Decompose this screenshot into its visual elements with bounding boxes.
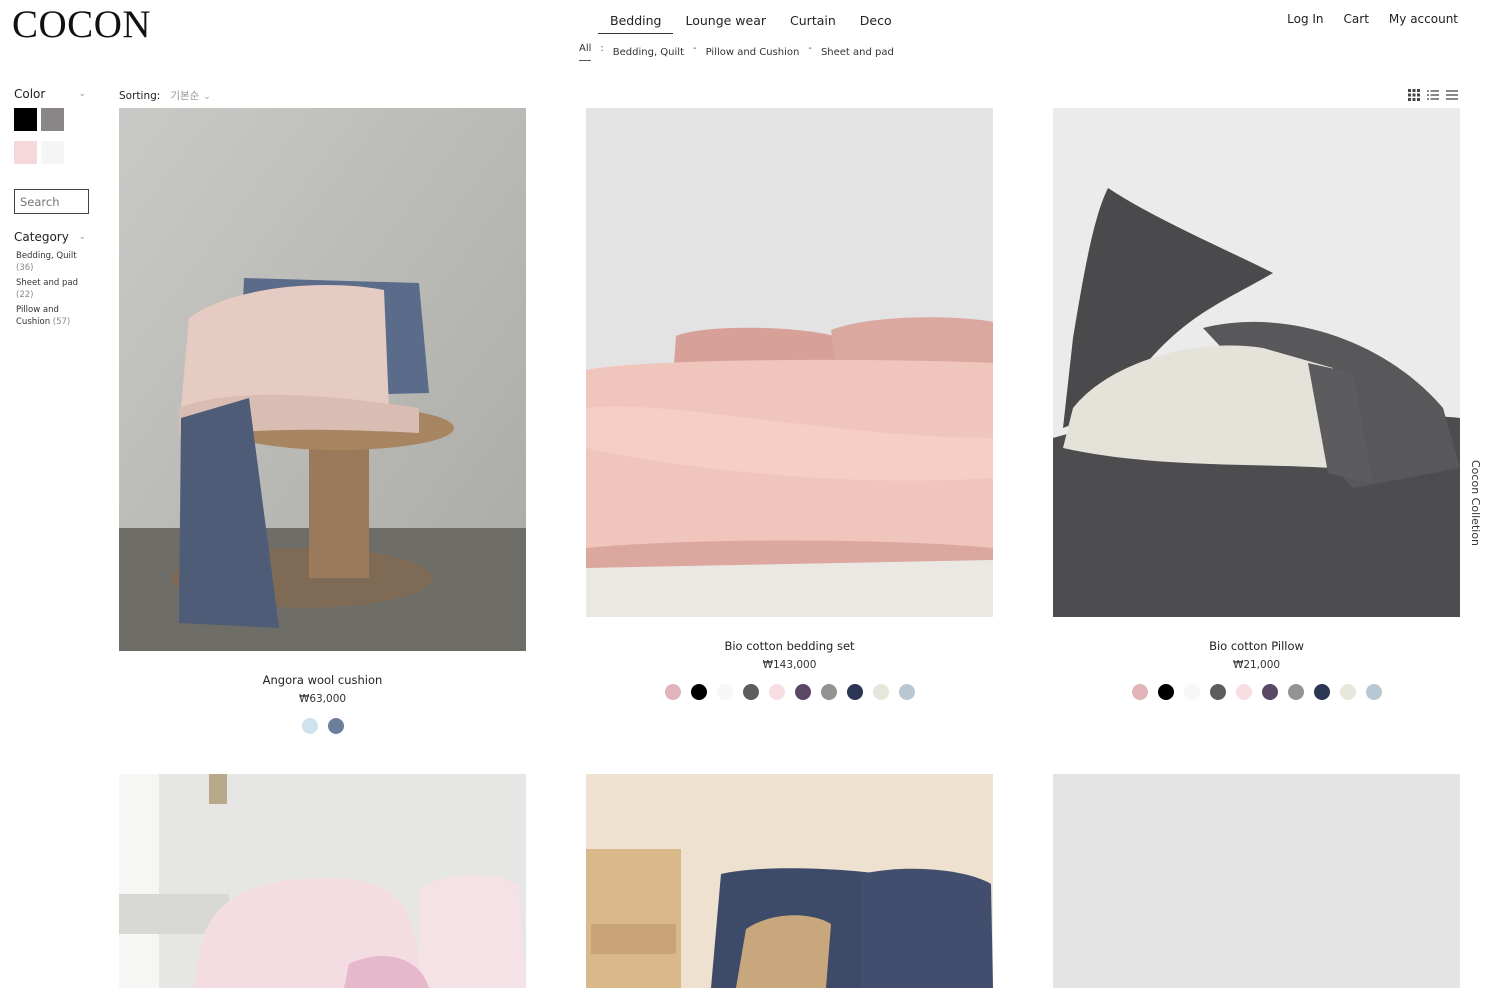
subnav-all[interactable]: All	[579, 43, 592, 61]
filter-sidebar: Color ⌄ Category ⌄ Bedding, Quilt (36) S…	[14, 87, 90, 331]
color-filter-title: Color	[14, 87, 46, 101]
color-option[interactable]	[872, 684, 889, 700]
search-input[interactable]	[14, 189, 89, 214]
category-filter-header[interactable]: Category ⌄	[14, 230, 86, 244]
sorting-value-text: 기본순	[170, 90, 200, 102]
product-price: ₩63,000	[298, 693, 347, 705]
chevron-down-icon: ⌄	[78, 232, 86, 242]
color-option[interactable]	[1287, 684, 1304, 700]
subnav-colon: :	[600, 43, 604, 54]
color-option[interactable]	[664, 684, 681, 700]
category-item-bedding-quilt[interactable]: Bedding, Quilt (36)	[16, 250, 78, 274]
color-swatches	[14, 108, 90, 164]
color-option[interactable]	[1183, 684, 1200, 700]
product-image[interactable]	[586, 108, 993, 617]
grid-view-icon[interactable]	[1408, 89, 1420, 101]
color-option[interactable]	[1261, 684, 1278, 700]
category-count: (36)	[16, 263, 34, 273]
nav-lounge-wear[interactable]: Lounge wear	[673, 12, 778, 34]
nav-curtain[interactable]: Curtain	[778, 12, 848, 34]
color-option[interactable]	[1131, 684, 1148, 700]
product-image[interactable]	[119, 774, 526, 988]
nav-deco[interactable]: Deco	[848, 12, 904, 34]
chevron-down-icon: ⌄	[203, 92, 211, 102]
category-name: Bedding, Quilt	[16, 251, 77, 261]
sorting-label: Sorting:	[119, 89, 161, 102]
color-option[interactable]	[690, 684, 707, 700]
color-option[interactable]	[1339, 684, 1356, 700]
color-option[interactable]	[768, 684, 785, 700]
product-card[interactable]: Bio cotton bedding set ₩143,000	[586, 108, 993, 700]
color-swatch-gray[interactable]	[41, 108, 64, 131]
color-swatch-black[interactable]	[14, 108, 37, 131]
color-swatch-white[interactable]	[41, 141, 64, 164]
subnav-bedding-quilt[interactable]: Bedding, Quilt	[613, 47, 684, 58]
color-options	[1053, 684, 1460, 700]
product-image[interactable]	[586, 774, 993, 988]
category-item-sheet-pad[interactable]: Sheet and pad (22)	[16, 277, 78, 301]
color-option[interactable]	[327, 718, 344, 734]
product-image[interactable]	[119, 108, 526, 651]
color-option[interactable]	[1157, 684, 1174, 700]
color-option[interactable]	[742, 684, 759, 700]
product-image[interactable]	[1053, 108, 1460, 617]
sub-nav: All : Bedding, Quilt - Pillow and Cushio…	[579, 43, 894, 61]
product-price: ₩143,000	[762, 659, 817, 671]
color-option[interactable]	[820, 684, 837, 700]
color-swatch-pink[interactable]	[14, 141, 37, 164]
product-name[interactable]: Angora wool cushion	[119, 673, 526, 687]
color-option[interactable]	[1313, 684, 1330, 700]
category-filter-title: Category	[14, 230, 69, 244]
category-item-pillow-cushion[interactable]: Pillow and Cushion (57)	[16, 304, 78, 328]
color-options	[586, 684, 993, 700]
product-card[interactable]	[586, 774, 993, 988]
color-option[interactable]	[898, 684, 915, 700]
color-option[interactable]	[1235, 684, 1252, 700]
subnav-dash: -	[693, 43, 697, 54]
user-nav: Log In Cart My account	[1287, 12, 1458, 26]
sorting-control[interactable]: Sorting: 기본순 ⌄	[119, 88, 211, 103]
cart-link[interactable]: Cart	[1344, 12, 1369, 26]
product-price: ₩21,000	[1232, 659, 1281, 671]
color-options	[119, 718, 526, 734]
category-filter: Category ⌄ Bedding, Quilt (36) Sheet and…	[14, 230, 90, 328]
product-card[interactable]	[1053, 774, 1460, 988]
category-count: (57)	[52, 317, 71, 327]
sorting-value[interactable]: 기본순 ⌄	[170, 88, 211, 103]
category-list: Bedding, Quilt (36) Sheet and pad (22) P…	[14, 250, 90, 328]
product-image[interactable]	[1053, 774, 1460, 988]
product-name[interactable]: Bio cotton Pillow	[1053, 639, 1460, 653]
list-view-icon[interactable]	[1427, 89, 1439, 101]
subnav-sheet-pad[interactable]: Sheet and pad	[821, 47, 894, 58]
color-option[interactable]	[301, 718, 318, 734]
product-card[interactable]: Bio cotton Pillow ₩21,000	[1053, 108, 1460, 700]
color-option[interactable]	[794, 684, 811, 700]
color-option[interactable]	[716, 684, 733, 700]
main-nav: Bedding Lounge wear Curtain Deco	[598, 12, 904, 34]
color-option[interactable]	[1209, 684, 1226, 700]
color-option[interactable]	[1365, 684, 1382, 700]
product-card[interactable]: Angora wool cushion ₩63,000	[119, 108, 526, 734]
category-name: Sheet and pad	[16, 278, 78, 288]
nav-bedding[interactable]: Bedding	[598, 12, 674, 34]
view-toggles	[1408, 89, 1458, 101]
brand-logo[interactable]: COCON	[12, 2, 151, 47]
subnav-dash: -	[808, 43, 812, 54]
category-count: (22)	[16, 290, 34, 300]
detail-view-icon[interactable]	[1446, 89, 1458, 101]
subnav-pillow-cushion[interactable]: Pillow and Cushion	[706, 47, 800, 58]
color-filter-header[interactable]: Color ⌄	[14, 87, 86, 101]
product-card[interactable]	[119, 774, 526, 988]
chevron-down-icon: ⌄	[78, 89, 86, 99]
product-name[interactable]: Bio cotton bedding set	[586, 639, 993, 653]
collection-side-label[interactable]: Cocon Colletion	[1469, 460, 1482, 546]
my-account-link[interactable]: My account	[1389, 12, 1458, 26]
login-link[interactable]: Log In	[1287, 12, 1323, 26]
color-option[interactable]	[846, 684, 863, 700]
